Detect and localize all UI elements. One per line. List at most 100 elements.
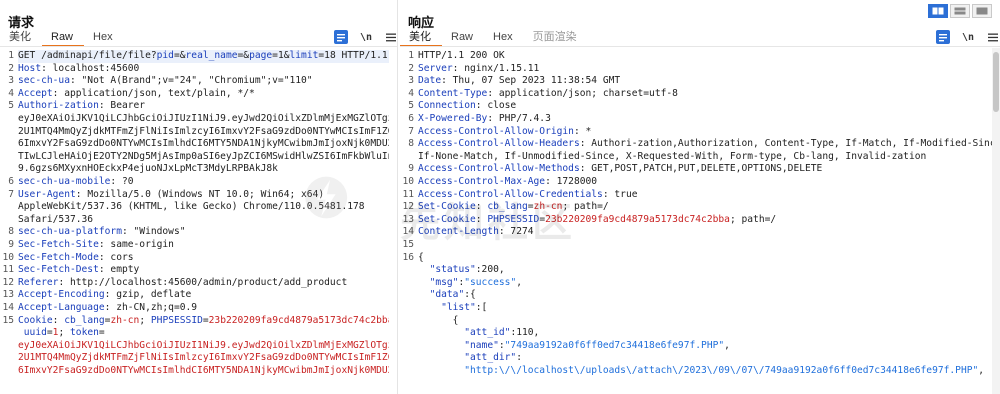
code-token: Accept-Language [18, 302, 105, 313]
code-line: Authori-zation: Bearer [18, 100, 389, 113]
wrap-lines-icon [337, 33, 345, 41]
code-token: : [516, 352, 522, 364]
code-token: limit [289, 50, 319, 61]
code-token: :110, [510, 327, 540, 339]
line-number: 14 [2, 302, 14, 313]
code-token: = [98, 327, 105, 339]
line-number: 5 [408, 100, 414, 112]
request-tabs-divider [0, 46, 397, 47]
code-token: ; path=/ [729, 213, 777, 225]
request-menu-button[interactable] [384, 30, 397, 44]
line-number: 7 [8, 188, 14, 200]
code-token: "list" [441, 302, 476, 313]
rows-icon [954, 7, 966, 15]
code-line: "msg":"success", [418, 277, 992, 290]
code-line: 6ImxvY2FsaG9zdDo0NTYwMCIsImlhdCI6MTY5NDA… [18, 365, 389, 378]
response-toolbar: \n [936, 30, 1000, 44]
layout-single-button[interactable] [972, 4, 992, 18]
response-scrollbar[interactable] [992, 48, 1000, 394]
response-tab-hex[interactable]: Hex [484, 29, 524, 47]
code-token: 6ImxvY2FsaG9zdDo0NTYwMCIsImlhdCI6MTY5NDA… [18, 138, 389, 150]
code-token: : Bearer [98, 100, 146, 112]
code-token: Access-Control-Allow-Origin [418, 125, 574, 137]
code-token: Date [418, 75, 442, 87]
code-line: { [418, 315, 992, 328]
code-token: Access-Control-Allow-Methods [418, 163, 580, 175]
code-token: If-None-Match, If-Unmodified-Since, X-Re… [418, 150, 927, 162]
code-token: =& [237, 50, 250, 61]
code-token: pid [156, 50, 174, 61]
single-pane-icon [976, 7, 988, 15]
code-token: Host [18, 62, 42, 74]
code-token: : http://localhost:45600/admin/product/a… [58, 276, 348, 288]
code-token: Sec-Fetch-Mode [18, 251, 99, 263]
code-token: zh-cn [110, 314, 140, 326]
code-line: Sec-Fetch-Mode: cors [18, 252, 389, 265]
request-newline-toggle-button[interactable]: \n [358, 30, 374, 44]
wrap-lines-icon [939, 33, 947, 41]
request-tab-pretty[interactable]: 美化 [0, 29, 42, 47]
response-scroll-thumb[interactable] [993, 52, 999, 112]
code-line: "att_dir": [418, 352, 992, 365]
line-number: 6 [408, 113, 414, 124]
code-token: : zh-CN,zh;q=0.9 [104, 302, 198, 313]
code-line: Accept: application/json, text/plain, */… [18, 88, 389, 101]
code-token: X-Powered-By [418, 113, 488, 124]
code-line: Referer: http://localhost:45600/admin/pr… [18, 277, 389, 290]
code-line: Accept-Encoding: gzip, deflate [18, 289, 389, 302]
code-token: : Authori-zation,Authorization, Content-… [579, 138, 992, 150]
code-token: "name" [464, 339, 499, 351]
code-line: Access-Control-Allow-Methods: GET,POST,P… [418, 163, 992, 176]
code-token: : localhost:45600 [41, 62, 140, 74]
code-token: sec-ch-ua [18, 75, 70, 87]
line-number: 1 [408, 50, 414, 61]
response-newline-toggle-button[interactable]: \n [960, 30, 976, 44]
line-number: 2 [408, 62, 414, 74]
code-token: Access-Control-Allow-Headers [418, 138, 580, 150]
request-tab-hex[interactable]: Hex [84, 29, 124, 47]
code-line: HTTP/1.1 200 OK [418, 50, 992, 63]
code-token: sec-ch-ua-mobile [18, 176, 111, 187]
layout-side-by-side-button[interactable] [928, 4, 948, 18]
code-line: Sec-Fetch-Dest: empty [18, 264, 389, 277]
code-line: "http:\/\/localhost\/uploads\/attach\/20… [418, 365, 992, 378]
code-token: : application/json; charset=utf-8 [487, 87, 678, 99]
code-token: "att_dir" [464, 352, 517, 364]
code-token: =18 HTTP/1.1 [318, 50, 388, 61]
code-token: token [70, 327, 99, 339]
request-wrap-toggle-button[interactable] [334, 30, 348, 44]
line-number: 8 [8, 226, 14, 238]
code-token: User-Agent [18, 188, 76, 200]
code-line: Accept-Language: zh-CN,zh;q=0.9 [18, 302, 389, 315]
code-line: 6ImxvY2FsaG9zdDo0NTYwMCIsImlhdCI6MTY5NDA… [18, 138, 389, 151]
code-token: :200, [475, 264, 505, 276]
line-number: 11 [2, 264, 14, 276]
response-tabs-divider [400, 46, 1000, 47]
code-token: Accept [18, 87, 53, 99]
response-menu-button[interactable] [986, 30, 1000, 44]
response-wrap-toggle-button[interactable] [936, 30, 950, 44]
code-line: Access-Control-Allow-Origin: * [418, 126, 992, 139]
line-number: 9 [8, 239, 14, 250]
code-line: Date: Thu, 07 Sep 2023 11:38:54 GMT [418, 75, 992, 88]
code-line: Access-Control-Max-Age: 1728000 [418, 176, 992, 189]
code-token: : application/json, text/plain, */* [52, 87, 255, 99]
response-tab-pretty[interactable]: 美化 [400, 29, 442, 47]
code-line: eyJ0eXAiOiJKV1QiLCJhbGciOiJIUzI1NiJ9.eyJ… [18, 113, 389, 126]
code-token: Sec-Fetch-Site [18, 239, 99, 250]
line-number: 10 [2, 251, 14, 263]
code-token: cb_lang [64, 314, 105, 326]
response-tab-render[interactable]: 页面渲染 [524, 29, 588, 47]
code-line: "list":[ [418, 302, 992, 315]
lightning-watermark-icon [305, 176, 348, 219]
response-tab-raw[interactable]: Raw [442, 29, 484, 47]
layout-stacked-button[interactable] [950, 4, 970, 18]
request-tab-raw[interactable]: Raw [42, 29, 85, 47]
code-line: "name":"749aa9192a0f6ff0ed7c34418e6fe97f… [418, 340, 992, 353]
code-token: , [978, 365, 985, 376]
code-token: GET /adminapi/file/file? [18, 50, 157, 61]
code-line: eyJ0eXAiOiJKV1QiLCJhbGciOiJIUzI1NiJ9.eyJ… [18, 340, 389, 353]
